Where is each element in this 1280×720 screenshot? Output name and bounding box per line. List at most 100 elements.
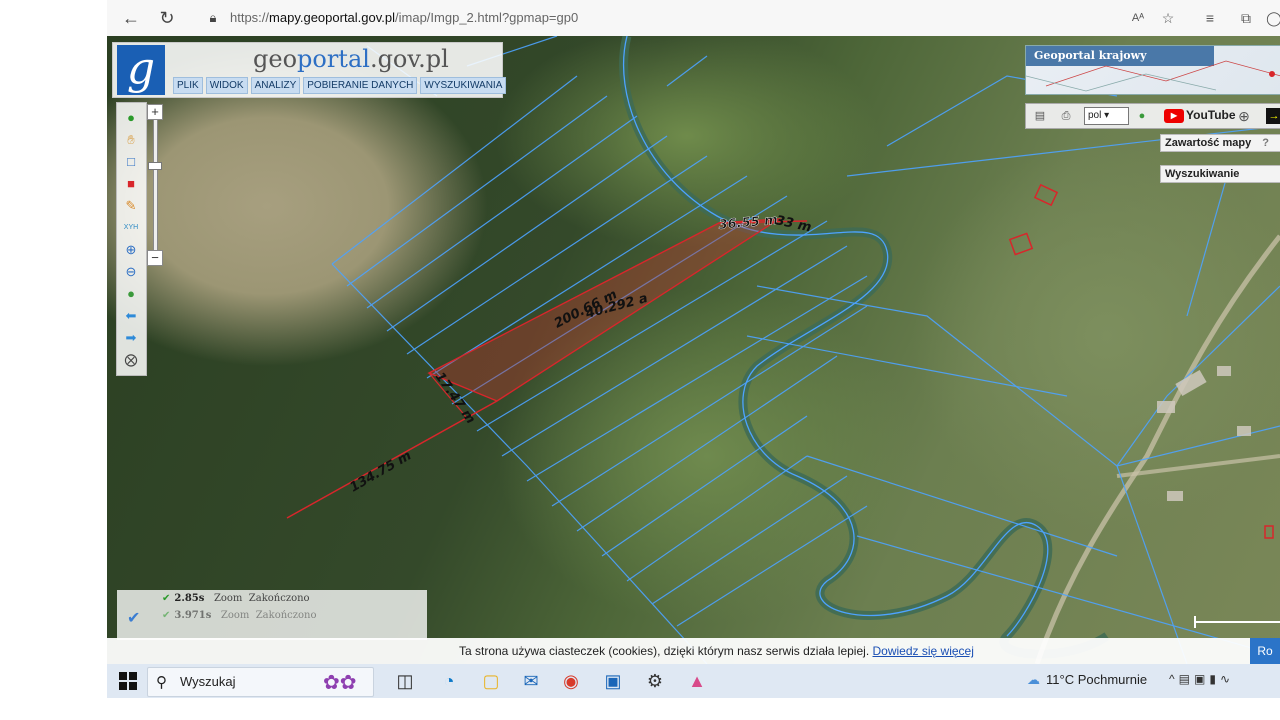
previous-view-icon[interactable]: ⬅ <box>122 307 140 325</box>
pan-hand-icon[interactable]: ✋︎ <box>122 131 140 149</box>
windows-taskbar: ⚲ Wyszukaj ✿✿ ◫ ◔ ▢ ✉ ◉ ▣ ⚙ ▲ ☁ 11°C Poch… <box>107 664 1280 698</box>
map-content-title: Zawartość mapy <box>1165 137 1252 149</box>
site-name-part2: portal <box>297 45 370 73</box>
log-state: Zakończono <box>248 593 310 604</box>
site-name-part3: .gov.pl <box>369 45 449 73</box>
zoom-plus-button[interactable]: + <box>147 104 163 120</box>
left-margin <box>0 0 107 720</box>
accessibility-icon[interactable]: ⊕ <box>1236 108 1252 124</box>
houses <box>1157 366 1251 501</box>
cookie-learn-more-link[interactable]: Dowiedz się więcej <box>873 644 974 658</box>
mail-icon[interactable]: ✉ <box>519 669 543 693</box>
map-content-panel[interactable]: Zawartość mapy ? <box>1160 134 1280 152</box>
cloud-icon: ☁ <box>1027 672 1040 687</box>
contrast-icon[interactable]: → <box>1266 108 1280 124</box>
log-row: ✔ 3.971s Zoom Zakończono <box>162 610 317 621</box>
info-icon[interactable]: ● <box>122 109 140 127</box>
tray-chevron-icon[interactable]: ^ <box>1169 672 1179 686</box>
back-arrow-icon[interactable]: ← <box>121 8 141 28</box>
scale-bar <box>1194 616 1280 628</box>
menu-wyszukiwania[interactable]: WYSZUKIWANIA <box>420 77 507 94</box>
menu-pobieranie-danych[interactable]: POBIERANIE DANYCH <box>303 77 418 94</box>
flowers-icon: ✿✿ <box>323 672 357 694</box>
select-area-icon[interactable]: □ <box>122 153 140 171</box>
geoportal-header: g geoportal.gov.pl PLIK WIDOK ANALIZY PO… <box>112 42 507 98</box>
cookie-text: Ta strona używa ciasteczek (cookies), dz… <box>459 644 870 658</box>
legend-icon[interactable]: ▤ <box>1032 108 1048 124</box>
browser-address-bar: ← ↻ 🔒︎ https://mapy.geoportal.gov.pl/ima… <box>107 0 1280 37</box>
url-field[interactable]: https://mapy.geoportal.gov.pl/imap/Imgp_… <box>230 10 578 25</box>
status-log: ✔ ✔ 2.85s Zoom Zakończono ✔ 3.971s Zoom Za… <box>117 590 427 640</box>
next-view-icon[interactable]: ➡ <box>122 329 140 347</box>
taskbar-search[interactable]: ⚲ Wyszukaj ✿✿ <box>147 667 374 697</box>
weather-widget[interactable]: ☁ 11°C Pochmurnie <box>1027 672 1147 688</box>
deselect-icon[interactable]: ■ <box>122 175 140 193</box>
youtube-label: YouTube <box>1186 108 1236 122</box>
lock-icon[interactable]: 🔒︎ <box>203 8 223 28</box>
map-tools: ● ✋︎ □ ■ ✎ XYH ⊕ ⊖ ● ⬅ ➡ ⨂ <box>116 102 147 376</box>
photos-icon[interactable]: ▣ <box>601 669 625 693</box>
favorites-list-icon[interactable]: ≡ <box>1201 9 1219 27</box>
log-row: ✔ 2.85s Zoom Zakończono <box>162 593 310 604</box>
url-path: /imap/Imgp_2.html?gpmap=gp0 <box>395 10 579 25</box>
cookie-message: Ta strona używa ciasteczek (cookies), dz… <box>459 644 974 658</box>
zoom-minus-button[interactable]: − <box>147 250 163 266</box>
task-view-icon[interactable]: ◫ <box>393 669 417 693</box>
pencil-icon[interactable]: ✎ <box>122 197 140 215</box>
help-icon[interactable]: ● <box>1134 108 1150 124</box>
file-explorer-icon[interactable]: ▢ <box>479 669 503 693</box>
cookie-accept-button[interactable]: Ro <box>1250 638 1280 664</box>
site-name-part1: geo <box>253 45 298 73</box>
language-value: pol <box>1088 110 1102 121</box>
tray-meet-icon: ▣ <box>1193 672 1210 686</box>
map-canvas[interactable]: 36.55 m 33 m 200.66 m 40.292 a 17.47 m 1… <box>107 36 1280 664</box>
edge-icon[interactable]: ◔ <box>437 669 461 693</box>
tray-network-icon: ▤ <box>1178 672 1194 686</box>
coordinates-icon[interactable]: XYH <box>122 219 140 237</box>
cookie-bar: Ta strona używa ciasteczek (cookies), dz… <box>107 638 1280 664</box>
taskbar-search-label: Wyszukaj <box>180 674 236 689</box>
windows-start-icon[interactable] <box>119 672 137 690</box>
paint-icon[interactable]: ▲ <box>685 669 709 693</box>
label-lower-segment: 134.75 m <box>348 448 415 495</box>
print-icon[interactable]: ⎙ <box>1058 108 1074 124</box>
system-tray[interactable]: ^▤▣▮∿ <box>1169 672 1234 686</box>
geoportal-logo[interactable]: g <box>117 45 165 95</box>
log-action: Zoom <box>213 593 243 604</box>
refresh-icon[interactable]: ↻ <box>157 8 177 28</box>
profile-icon[interactable]: ◯ <box>1265 9 1280 27</box>
language-select[interactable]: pol ▾ <box>1084 107 1129 125</box>
log-state: Zakończono <box>255 610 317 621</box>
log-action: Zoom <box>220 610 250 621</box>
zoom-slider[interactable]: + − <box>147 104 163 266</box>
overview-map[interactable]: Geoportal krajowy <box>1025 45 1280 95</box>
zoom-handle[interactable] <box>148 162 162 170</box>
river-edge <box>623 36 1049 637</box>
menu-analizy[interactable]: ANALIZY <box>250 77 301 94</box>
zoom-in-icon[interactable]: ⊕ <box>122 241 140 259</box>
map-content-help[interactable]: ? <box>1262 137 1269 149</box>
road <box>1034 234 1280 664</box>
check-icon: ✔ <box>162 610 171 621</box>
zoom-out-icon[interactable]: ⊖ <box>122 263 140 281</box>
log-check-icon[interactable]: ✔ <box>127 608 140 628</box>
clear-icon[interactable]: ⨂ <box>122 351 140 369</box>
youtube-play-icon: ▶ <box>1164 108 1184 123</box>
site-name: geoportal.gov.pl <box>253 45 449 73</box>
collections-icon[interactable]: ⧉ <box>1237 9 1255 27</box>
top-right-toolbar: ▤ ⎙ pol ▾ ● ▶ YouTube ⊕ → <box>1025 103 1280 129</box>
menu-widok[interactable]: WIDOK <box>205 77 248 94</box>
weather-text: 11°C Pochmurnie <box>1046 672 1148 687</box>
search-icon: ⚲ <box>156 674 167 691</box>
settings-icon[interactable]: ⚙ <box>643 669 667 693</box>
tray-wifi-icon: ∿ <box>1219 672 1234 686</box>
reader-mode-icon[interactable]: Aᴬ <box>1129 9 1147 27</box>
youtube-link[interactable]: ▶ YouTube <box>1164 107 1236 124</box>
chrome-icon[interactable]: ◉ <box>559 669 583 693</box>
zoom-track[interactable] <box>148 120 162 250</box>
search-panel[interactable]: Wyszukiwanie <box>1160 165 1280 183</box>
menu-plik[interactable]: PLIK <box>173 77 203 94</box>
favorite-star-icon[interactable]: ☆ <box>1159 9 1177 27</box>
globe-icon[interactable]: ● <box>122 285 140 303</box>
main-menu: PLIK WIDOK ANALIZY POBIERANIE DANYCH WYS… <box>173 77 507 94</box>
